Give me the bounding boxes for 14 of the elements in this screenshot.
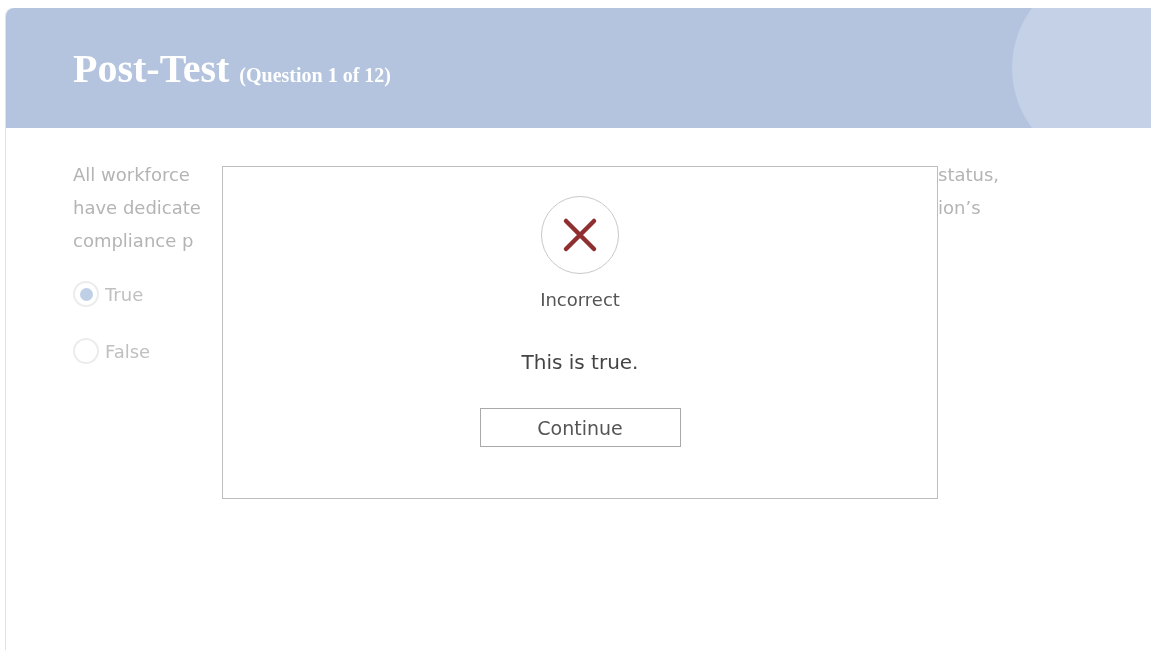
radio-button[interactable] xyxy=(73,281,99,307)
result-text: Incorrect xyxy=(540,289,620,310)
page-title: Post-Test xyxy=(73,45,230,91)
question-text: compliance p xyxy=(73,230,194,251)
question-text: status, xyxy=(938,164,1000,185)
cross-icon xyxy=(540,195,620,275)
page-subtitle: (Question 1 of 12) xyxy=(239,63,391,86)
option-label[interactable]: True xyxy=(105,283,144,305)
question-text: ion’s xyxy=(938,197,981,218)
question-text: All workforce xyxy=(73,164,190,185)
continue-button[interactable]: Continue xyxy=(479,408,681,447)
question-text: have dedicate xyxy=(73,197,201,218)
feedback-message: This is true. xyxy=(521,350,639,374)
option-label[interactable]: False xyxy=(105,340,151,362)
